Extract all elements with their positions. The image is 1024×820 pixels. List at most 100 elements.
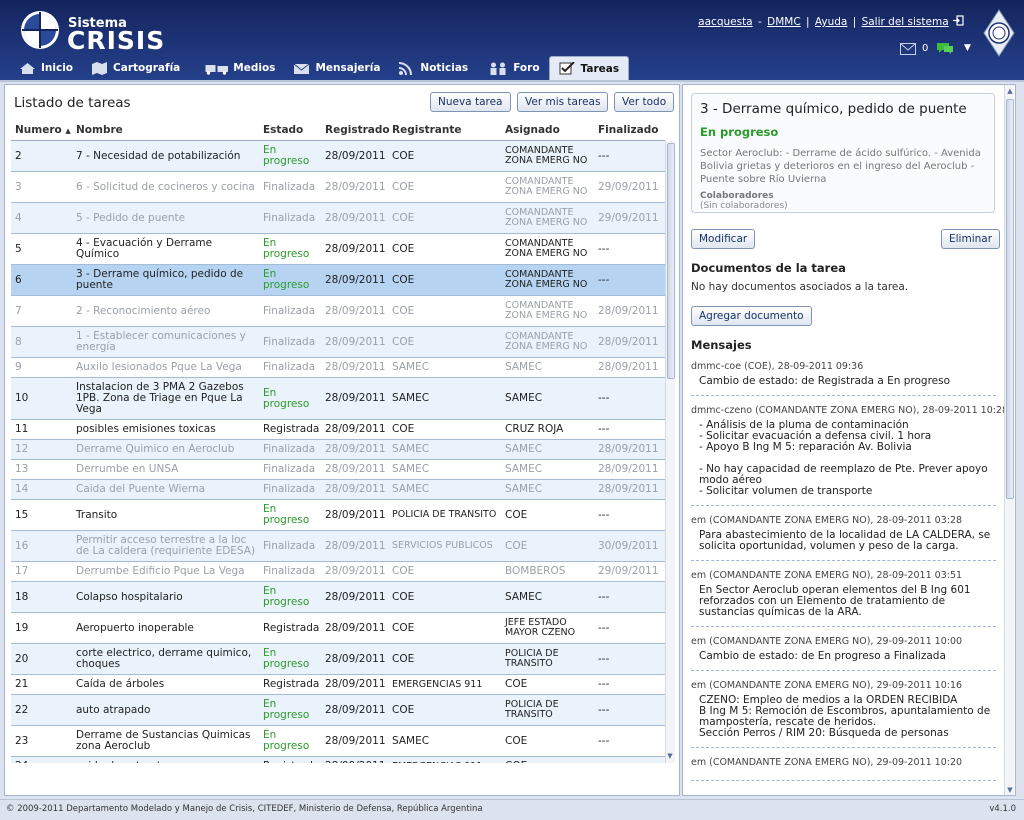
tab-label: Mensajería: [315, 62, 381, 74]
row-assigned: SAMEC: [505, 392, 543, 404]
row-number: 20: [15, 652, 29, 665]
row-number: 18: [15, 590, 29, 603]
add-document-button[interactable]: Agregar documento: [691, 306, 812, 326]
row-name: 4 - Evacuación y Derrame Químico: [76, 237, 213, 260]
row-name: Derrame Quimico en Aeroclub: [76, 443, 235, 455]
row-status: En progreso: [263, 698, 310, 721]
tab-tareas[interactable]: Tareas: [548, 56, 630, 80]
help-link[interactable]: Ayuda: [815, 16, 847, 28]
home-icon: [20, 62, 35, 74]
row-finished: ---: [598, 678, 610, 690]
row-status: Finalizada: [263, 304, 316, 317]
new-task-button[interactable]: Nueva tarea: [430, 92, 511, 112]
org-link[interactable]: DMMC: [767, 16, 801, 28]
tab-noticias[interactable]: Noticias: [389, 56, 477, 80]
logout-link[interactable]: Salir del sistema: [862, 16, 949, 28]
logout-icon[interactable]: [953, 15, 964, 26]
table-row[interactable]: 19 Aeropuerto inoperable Registrada 28/09/2…: [11, 613, 665, 644]
view-all-button[interactable]: Ver todo: [614, 92, 675, 112]
table-row[interactable]: 5 4 - Evacuación y Derrame Químico En prog…: [11, 234, 665, 265]
table-row[interactable]: 9 Auxilo lesionados Pque La Vega Finalizad…: [11, 358, 665, 378]
table-row[interactable]: 24 caida de estructura Registrada28/09/201…: [11, 757, 665, 763]
table-row[interactable]: 21 Caída de árboles Registrada 28/09/2011 EM…: [11, 675, 665, 695]
table-row[interactable]: 13 Derrumbe en UNSA Finalizada 28/09/2011 SA…: [11, 460, 665, 480]
row-status: En progreso: [263, 268, 310, 291]
col-registrante[interactable]: Registrante: [392, 124, 461, 136]
modify-button[interactable]: Modificar: [691, 229, 756, 249]
table-row[interactable]: 2 7 - Necesidad de potabilización En progr…: [11, 141, 665, 172]
table-row[interactable]: 3 6 - Solicitud de cocineros y cocina Fina…: [11, 172, 665, 203]
scroll-down-area[interactable]: ▼: [665, 749, 675, 763]
table-row[interactable]: 15 Transito En progreso 28/09/2011 POLICIA D…: [11, 500, 665, 531]
app-logo[interactable]: Sistema CRISIS: [18, 8, 166, 55]
scrollbar-thumb[interactable]: [667, 143, 675, 379]
table-row[interactable]: 16 Permitir acceso terrestre a la loc de …: [11, 531, 665, 562]
row-assigned: JEFE ESTADO MAYOR CZENO: [505, 617, 576, 638]
row-finished: ---: [598, 621, 610, 634]
row-registered: 28/09/2011: [325, 392, 386, 404]
row-registrant: COE: [392, 590, 415, 603]
row-number: 24: [15, 757, 70, 764]
citedef-emblem-icon: [983, 9, 1015, 57]
message-header: em (COMANDANTE ZONA EMERG NO), 29-09-201…: [691, 680, 963, 691]
mail-icon[interactable]: [900, 43, 916, 55]
table-row[interactable]: 17 Derrumbe Edificio Pque La Vega Finaliza…: [11, 562, 665, 582]
row-registrant: COE: [392, 180, 415, 193]
table-row[interactable]: 7 2 - Reconocimiento aéreo Finalizada 28/09…: [11, 296, 665, 327]
row-registrant: COE: [392, 703, 415, 716]
row-status: Registrada: [263, 757, 323, 764]
tab-foro[interactable]: Foro: [477, 56, 548, 80]
message-header: em (COMANDANTE ZONA EMERG NO), 29-09-201…: [691, 636, 963, 647]
scrollbar-thumb[interactable]: [1006, 99, 1014, 499]
user-link[interactable]: aacquesta: [698, 16, 752, 28]
table-row[interactable]: 4 5 - Pedido de puente Finalizada 28/09/201…: [11, 203, 665, 234]
task-list-scrollbar[interactable]: [665, 141, 675, 763]
documents-empty-text: No hay documentos asociados a la tarea.: [691, 281, 909, 293]
table-row[interactable]: 8 1 - Establecer comunicaciones y energía…: [11, 327, 665, 358]
logo-crisis-text: CRISIS: [67, 26, 166, 55]
row-number: 7: [15, 304, 22, 317]
row-status: En progreso: [263, 237, 310, 260]
scroll-down-arrow-icon[interactable]: ▼: [665, 751, 675, 761]
people-icon: [490, 62, 506, 75]
table-row[interactable]: 14 Caida del Puente Wierna Finalizada 28/09…: [11, 480, 665, 500]
row-registrant: COE: [392, 273, 415, 286]
row-finished: 29/09/2011: [598, 180, 659, 193]
row-status: Finalizada: [263, 211, 316, 224]
col-asignado[interactable]: Asignado: [505, 124, 560, 136]
row-name: 5 - Pedido de puente: [76, 211, 186, 224]
tab-inicio[interactable]: Inicio: [10, 56, 82, 80]
col-nombre[interactable]: Nombre: [76, 124, 123, 136]
table-row[interactable]: 11 posibles emisiones toxicas Registrada 28…: [11, 420, 665, 440]
table-row[interactable]: 12 Derrame Quimico en Aeroclub Finalizada 2…: [11, 440, 665, 460]
documents-heading: Documentos de la tarea: [691, 261, 846, 275]
col-registrado[interactable]: Registrado: [325, 124, 390, 136]
row-status: Finalizada: [263, 180, 316, 193]
chat-icon[interactable]: [936, 42, 954, 55]
row-assigned: COE: [505, 757, 595, 764]
delete-button[interactable]: Eliminar: [941, 229, 1001, 249]
row-number: 10: [15, 392, 29, 404]
checklist-icon: [559, 62, 575, 75]
row-name: 7 - Necesidad de potabilización: [76, 149, 241, 162]
table-row[interactable]: 23 Derrame de Sustancias Quimicas zona Ae…: [11, 726, 665, 757]
tab-medios[interactable]: Medios: [189, 56, 284, 80]
table-row[interactable]: 6 3 - Derrame químico, pedido de puente En…: [11, 265, 665, 296]
my-tasks-button[interactable]: Ver mis tareas: [517, 92, 609, 112]
table-row[interactable]: 22 auto atrapado En progreso 28/09/2011 COE P…: [11, 695, 665, 726]
table-row[interactable]: 18 Colapso hospitalario En progreso 28/09/2…: [11, 582, 665, 613]
tab-mensajeria[interactable]: Mensajería: [284, 56, 389, 80]
chevron-down-icon[interactable]: ▼: [964, 43, 971, 53]
col-estado[interactable]: Estado: [263, 124, 303, 136]
table-row[interactable]: 10 Instalacion de 3 PMA 2 Gazebos 1PB. Zo…: [11, 378, 665, 420]
tab-cartografia[interactable]: Cartografía: [82, 56, 189, 80]
scroll-down-arrow-icon[interactable]: ▼: [1005, 785, 1015, 795]
scroll-up-arrow-icon[interactable]: ▲: [1005, 86, 1015, 96]
col-numero[interactable]: Numero ▲: [15, 124, 71, 136]
row-number: 6: [15, 273, 22, 286]
row-finished: ---: [598, 734, 610, 747]
row-registrant: SAMEC: [392, 443, 430, 455]
col-finalizado[interactable]: Finalizado: [598, 124, 658, 136]
detail-scrollbar[interactable]: ▲ ▼: [1004, 85, 1015, 795]
table-row[interactable]: 20 corte electrico, derrame quimico, choq…: [11, 644, 665, 675]
